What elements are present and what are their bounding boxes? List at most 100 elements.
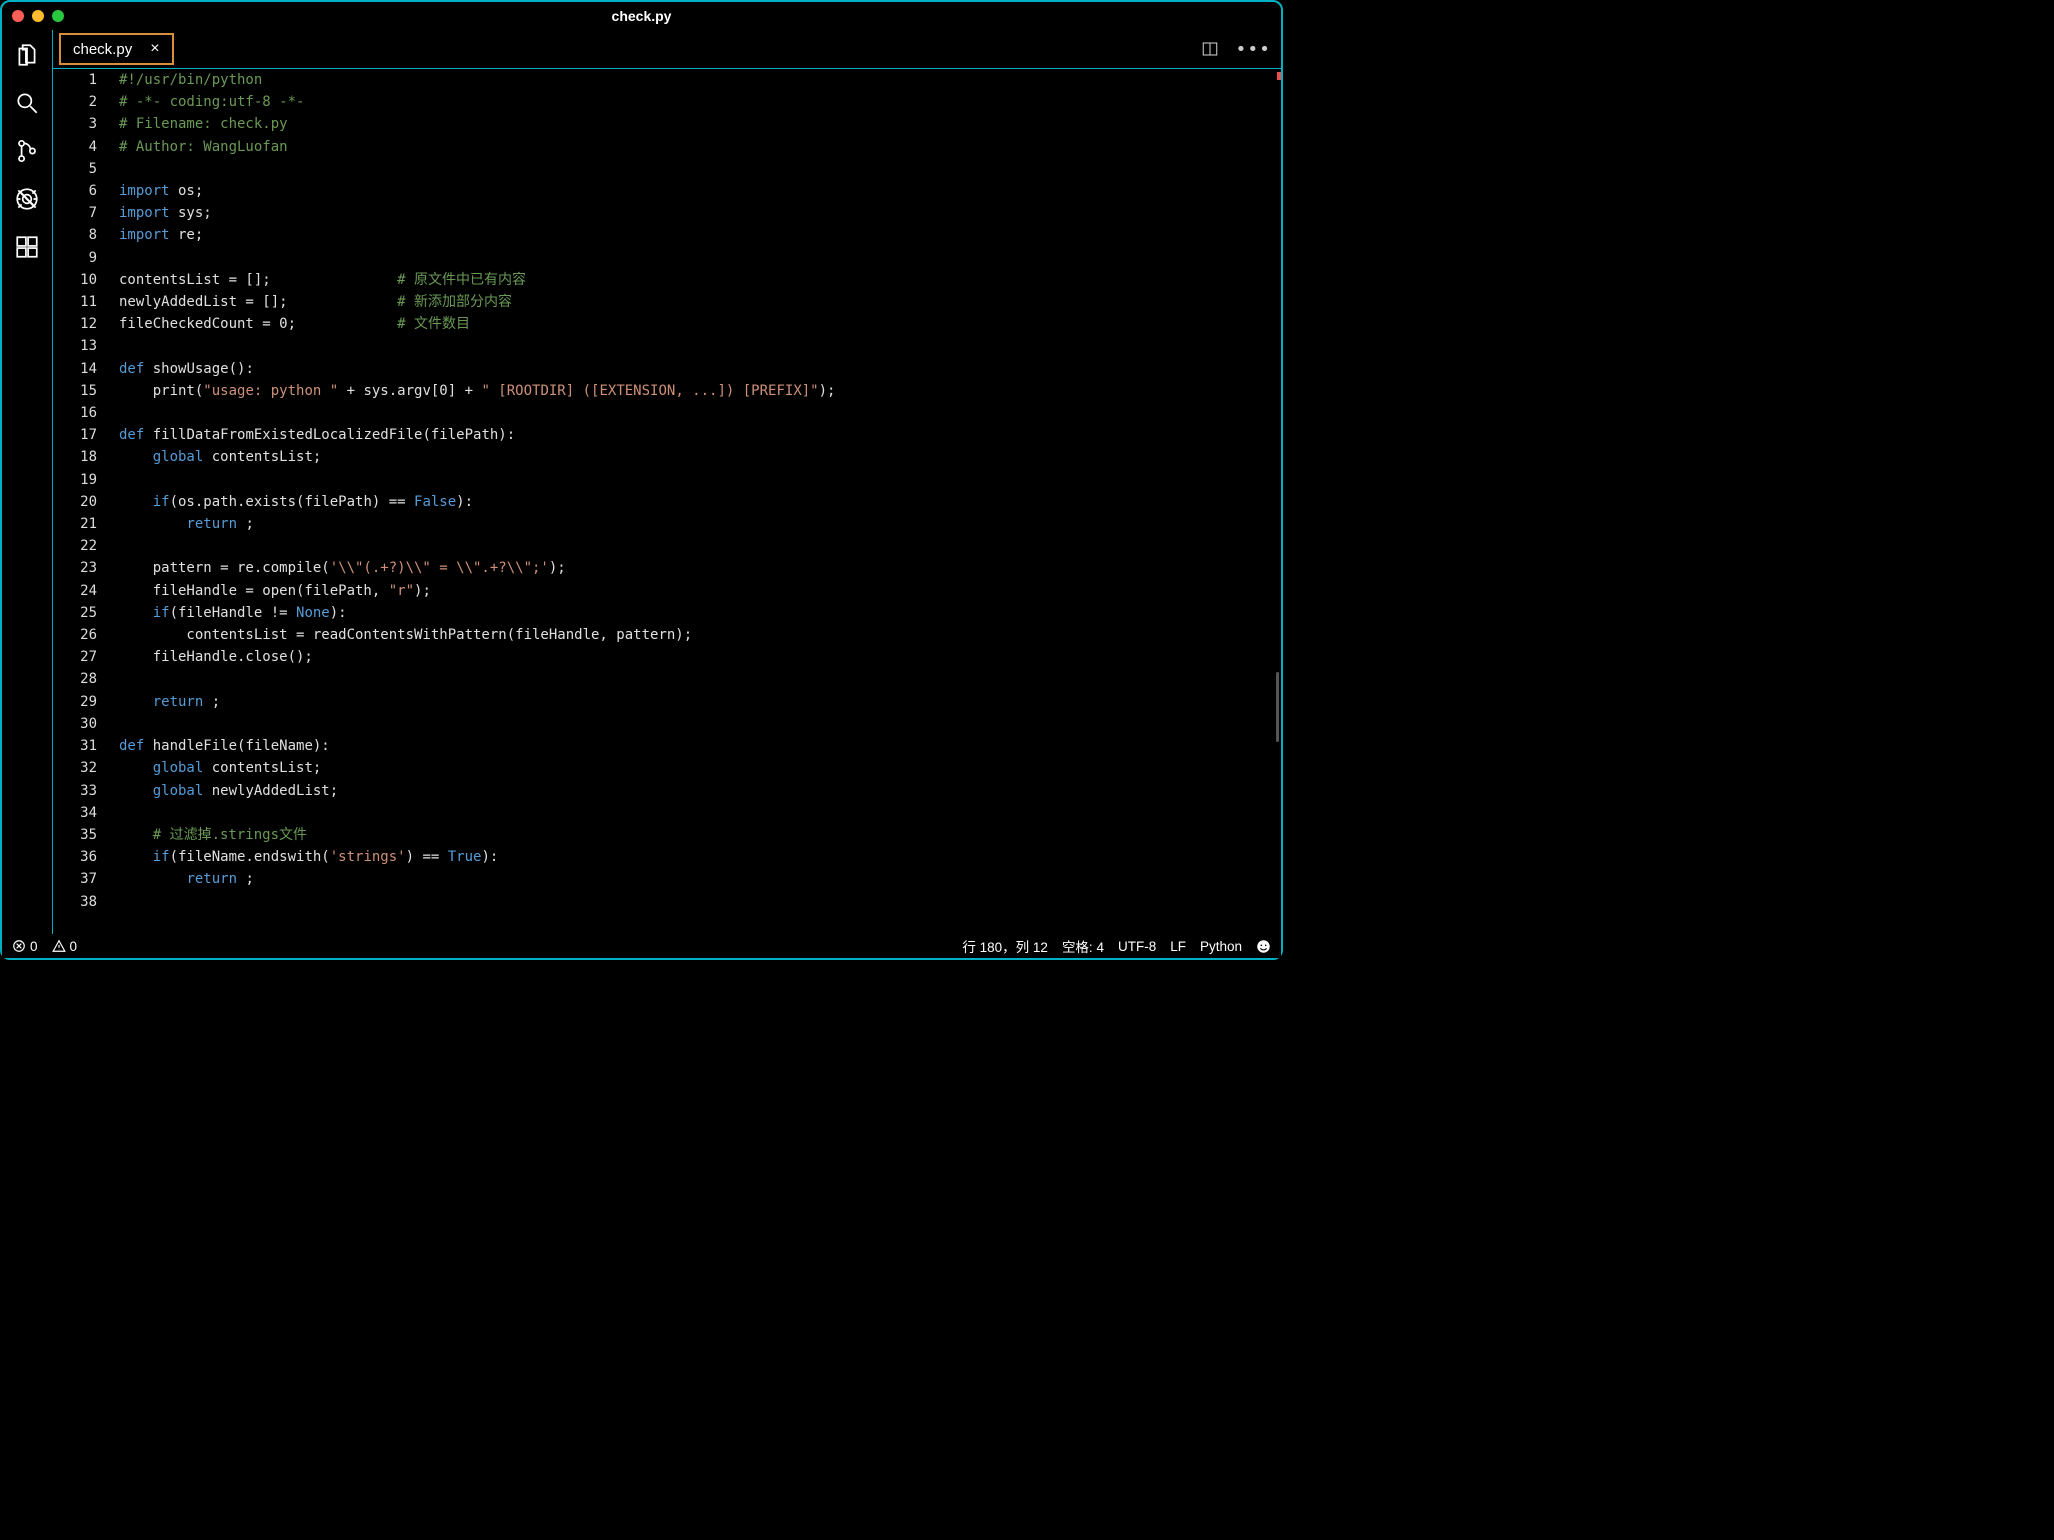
line-source[interactable]: # Author: WangLuofan bbox=[119, 136, 288, 158]
line-source[interactable]: import os; bbox=[119, 180, 203, 202]
line-source[interactable]: global newlyAddedList; bbox=[119, 780, 338, 802]
code-line[interactable]: 36 if(fileName.endswith('strings') == Tr… bbox=[53, 846, 1281, 868]
status-errors[interactable]: 0 bbox=[12, 939, 38, 954]
close-window-icon[interactable] bbox=[12, 10, 24, 22]
line-source[interactable]: print("usage: python " + sys.argv[0] + "… bbox=[119, 380, 835, 402]
scrollbar-thumb[interactable] bbox=[1276, 672, 1279, 742]
code-line[interactable]: 20 if(os.path.exists(filePath) == False)… bbox=[53, 491, 1281, 513]
code-line[interactable]: 17def fillDataFromExistedLocalizedFile(f… bbox=[53, 424, 1281, 446]
code-line[interactable]: 24 fileHandle = open(filePath, "r"); bbox=[53, 580, 1281, 602]
line-source[interactable]: # 过滤掉.strings文件 bbox=[119, 824, 307, 846]
line-source[interactable]: newlyAddedList = []; # 新添加部分内容 bbox=[119, 291, 512, 313]
line-source[interactable]: return ; bbox=[119, 691, 220, 713]
line-source[interactable]: if(fileName.endswith('strings') == True)… bbox=[119, 846, 498, 868]
code-line[interactable]: 34 bbox=[53, 802, 1281, 824]
line-number: 19 bbox=[53, 469, 119, 491]
files-icon[interactable] bbox=[14, 42, 40, 68]
split-editor-icon[interactable] bbox=[1201, 40, 1219, 58]
status-warnings[interactable]: 0 bbox=[52, 939, 78, 954]
line-source[interactable]: return ; bbox=[119, 513, 254, 535]
status-eol[interactable]: LF bbox=[1170, 939, 1186, 954]
line-source[interactable]: # Filename: check.py bbox=[119, 113, 288, 135]
line-number: 12 bbox=[53, 313, 119, 335]
feedback-icon[interactable] bbox=[1256, 939, 1271, 954]
code-line[interactable]: 12fileCheckedCount = 0; # 文件数目 bbox=[53, 313, 1281, 335]
code-line[interactable]: 26 contentsList = readContentsWithPatter… bbox=[53, 624, 1281, 646]
line-number: 32 bbox=[53, 757, 119, 779]
minimize-window-icon[interactable] bbox=[32, 10, 44, 22]
line-source[interactable]: return ; bbox=[119, 868, 254, 890]
code-line[interactable]: 38 bbox=[53, 891, 1281, 913]
line-source[interactable]: fileCheckedCount = 0; # 文件数目 bbox=[119, 313, 470, 335]
line-source[interactable]: contentsList = []; # 原文件中已有内容 bbox=[119, 269, 526, 291]
line-source[interactable]: global contentsList; bbox=[119, 446, 321, 468]
code-line[interactable]: 6import os; bbox=[53, 180, 1281, 202]
code-line[interactable]: 22 bbox=[53, 535, 1281, 557]
line-source[interactable]: def fillDataFromExistedLocalizedFile(fil… bbox=[119, 424, 515, 446]
search-icon[interactable] bbox=[14, 90, 40, 116]
line-source[interactable]: if(os.path.exists(filePath) == False): bbox=[119, 491, 473, 513]
line-number: 31 bbox=[53, 735, 119, 757]
code-line[interactable]: 7import sys; bbox=[53, 202, 1281, 224]
line-source[interactable]: fileHandle.close(); bbox=[119, 646, 313, 668]
code-line[interactable]: 23 pattern = re.compile('\\"(.+?)\\" = \… bbox=[53, 557, 1281, 579]
code-line[interactable]: 29 return ; bbox=[53, 691, 1281, 713]
line-source[interactable]: if(fileHandle != None): bbox=[119, 602, 347, 624]
line-number: 4 bbox=[53, 136, 119, 158]
extensions-icon[interactable] bbox=[14, 234, 40, 260]
more-icon[interactable]: ••• bbox=[1235, 39, 1271, 60]
code-line[interactable]: 9 bbox=[53, 247, 1281, 269]
line-source[interactable]: import re; bbox=[119, 224, 203, 246]
status-indent[interactable]: 空格: 4 bbox=[1062, 936, 1104, 956]
code-line[interactable]: 13 bbox=[53, 335, 1281, 357]
code-line[interactable]: 15 print("usage: python " + sys.argv[0] … bbox=[53, 380, 1281, 402]
code-line[interactable]: 8import re; bbox=[53, 224, 1281, 246]
line-number: 7 bbox=[53, 202, 119, 224]
code-line[interactable]: 32 global contentsList; bbox=[53, 757, 1281, 779]
code-editor[interactable]: 1#!/usr/bin/python2# -*- coding:utf-8 -*… bbox=[53, 68, 1281, 934]
line-source[interactable]: # -*- coding:utf-8 -*- bbox=[119, 91, 304, 113]
status-language[interactable]: Python bbox=[1200, 939, 1242, 954]
code-line[interactable]: 10contentsList = []; # 原文件中已有内容 bbox=[53, 269, 1281, 291]
code-line[interactable]: 4# Author: WangLuofan bbox=[53, 136, 1281, 158]
status-encoding[interactable]: UTF-8 bbox=[1118, 939, 1156, 954]
line-source[interactable]: #!/usr/bin/python bbox=[119, 69, 262, 91]
maximize-window-icon[interactable] bbox=[52, 10, 64, 22]
line-source[interactable]: contentsList = readContentsWithPattern(f… bbox=[119, 624, 692, 646]
line-number: 3 bbox=[53, 113, 119, 135]
code-line[interactable]: 21 return ; bbox=[53, 513, 1281, 535]
code-line[interactable]: 33 global newlyAddedList; bbox=[53, 780, 1281, 802]
line-number: 16 bbox=[53, 402, 119, 424]
code-line[interactable]: 18 global contentsList; bbox=[53, 446, 1281, 468]
code-line[interactable]: 11newlyAddedList = []; # 新添加部分内容 bbox=[53, 291, 1281, 313]
code-line[interactable]: 3# Filename: check.py bbox=[53, 113, 1281, 135]
line-source[interactable]: import sys; bbox=[119, 202, 212, 224]
line-source[interactable]: global contentsList; bbox=[119, 757, 321, 779]
code-line[interactable]: 1#!/usr/bin/python bbox=[53, 69, 1281, 91]
line-source[interactable]: def handleFile(fileName): bbox=[119, 735, 330, 757]
code-line[interactable]: 37 return ; bbox=[53, 868, 1281, 890]
line-source[interactable]: fileHandle = open(filePath, "r"); bbox=[119, 580, 431, 602]
code-line[interactable]: 35 # 过滤掉.strings文件 bbox=[53, 824, 1281, 846]
code-line[interactable]: 2# -*- coding:utf-8 -*- bbox=[53, 91, 1281, 113]
code-line[interactable]: 5 bbox=[53, 158, 1281, 180]
line-number: 33 bbox=[53, 780, 119, 802]
scrollbar[interactable] bbox=[1276, 72, 1279, 892]
code-line[interactable]: 27 fileHandle.close(); bbox=[53, 646, 1281, 668]
debug-icon[interactable] bbox=[14, 186, 40, 212]
code-line[interactable]: 19 bbox=[53, 469, 1281, 491]
line-number: 17 bbox=[53, 424, 119, 446]
code-line[interactable]: 31def handleFile(fileName): bbox=[53, 735, 1281, 757]
line-number: 34 bbox=[53, 802, 119, 824]
code-line[interactable]: 14def showUsage(): bbox=[53, 358, 1281, 380]
line-source[interactable]: pattern = re.compile('\\"(.+?)\\" = \\".… bbox=[119, 557, 566, 579]
close-icon[interactable]: × bbox=[150, 40, 159, 58]
code-line[interactable]: 16 bbox=[53, 402, 1281, 424]
code-line[interactable]: 28 bbox=[53, 668, 1281, 690]
code-line[interactable]: 30 bbox=[53, 713, 1281, 735]
scm-icon[interactable] bbox=[14, 138, 40, 164]
tab-check-py[interactable]: check.py × bbox=[59, 33, 174, 65]
code-line[interactable]: 25 if(fileHandle != None): bbox=[53, 602, 1281, 624]
status-cursor-pos[interactable]: 行 180，列 12 bbox=[962, 936, 1048, 956]
line-source[interactable]: def showUsage(): bbox=[119, 358, 254, 380]
